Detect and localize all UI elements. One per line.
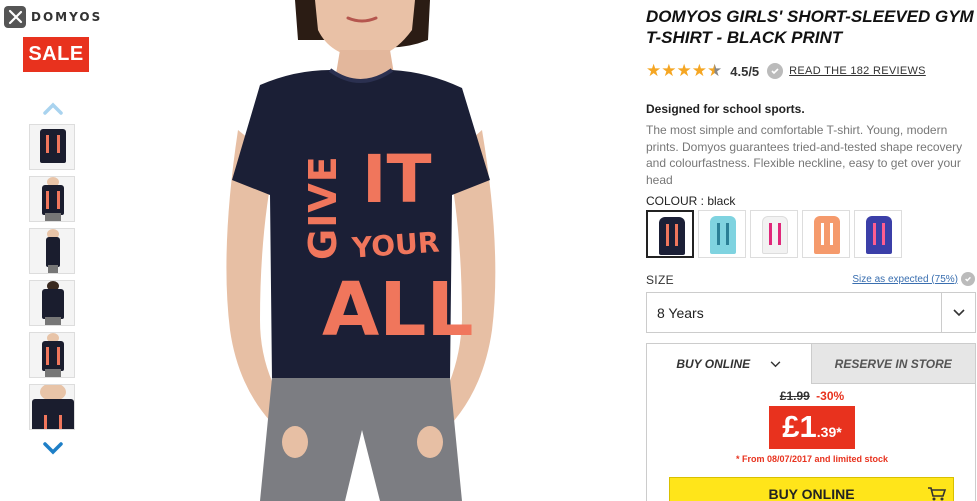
tab-reserve-in-store[interactable]: RESERVE IN STORE [810,344,975,384]
swatch-print [717,223,729,245]
thumbnail-model-side[interactable] [29,228,75,274]
swatch-print [821,223,833,245]
colour-label: COLOUR : black [646,194,735,208]
size-guide: Size as expected (75%) [852,272,975,286]
colour-swatch-black[interactable] [646,210,694,258]
thumbnail-front[interactable] [29,124,75,170]
buy-online-button[interactable]: BUY ONLINE [669,477,954,501]
thumbnails-down-arrow-icon[interactable] [42,440,64,456]
thumbnails-up-arrow-icon[interactable] [42,101,64,117]
star-icon: ★ [676,61,692,80]
star-icon: ★ [661,61,677,80]
thumbnail-model-front[interactable] [29,176,75,222]
colour-swatch-blue[interactable] [854,210,902,258]
buy-online-label: BUY ONLINE [768,486,855,501]
price-note: * From 08/07/2017 and limited stock [735,454,889,464]
tab-reserve-label: RESERVE IN STORE [834,356,952,371]
product-tagline: Designed for school sports. [646,102,805,116]
product-info-panel: DOMYOS GIRLS' SHORT-SLEEVED GYM T-SHIRT … [646,0,977,501]
print-text-all: ALL [322,267,474,353]
brand-logo[interactable]: DOMYOS [4,6,102,28]
thumbnail-list [29,124,75,436]
colour-label-text: COLOUR : [646,194,708,208]
tab-buy-online-label: BUY ONLINE [676,357,751,371]
purchase-box: BUY ONLINE RESERVE IN STORE £1.99 -30% £… [646,343,976,501]
thumbnail-model-pose[interactable] [29,332,75,378]
cart-icon [927,486,947,501]
thumbnail-detail[interactable] [29,384,75,430]
print-text-it: IT [362,141,432,218]
check-icon [767,63,784,79]
domyos-logo-icon [4,6,26,28]
main-product-image[interactable]: GIVE IT YOUR ALL [90,0,630,501]
colour-swatch-turquoise[interactable] [698,210,746,258]
old-price-row: £1.99 -30% [647,389,977,403]
colour-selected-value: black [707,194,736,208]
chevron-down-icon [770,360,781,367]
discount-percent: -30% [816,389,845,403]
rating-stars: ★ ★ ★ ★ ★ [646,62,722,80]
size-selected-value: 8 Years [657,304,704,321]
old-price: £1.99 [779,389,810,403]
thumbnail-model-back[interactable] [29,280,75,326]
colour-swatch-white[interactable] [750,210,798,258]
chevron-down-icon[interactable] [941,293,975,332]
colour-swatch-orange[interactable] [802,210,850,258]
print-text-give: GIVE [301,155,345,260]
swatch-print [873,223,885,245]
star-icon: ★ [646,61,662,80]
swatch-print [666,224,678,246]
swatch-print [769,223,781,245]
size-label: SIZE [646,273,674,287]
sale-badge: SALE [23,37,89,72]
price-cents: .39* [816,424,842,440]
size-guide-link[interactable]: Size as expected (75%) [852,274,958,285]
product-title: DOMYOS GIRLS' SHORT-SLEEVED GYM T-SHIRT … [646,7,974,47]
size-select[interactable]: 8 Years [646,292,976,333]
price-main: £1 [782,409,817,444]
colour-swatches [646,210,902,258]
rating-score: 4.5/5 [730,63,760,79]
half-star-icon: ★ [707,61,723,80]
check-icon [961,272,975,286]
print-text-your: YOUR [350,226,440,265]
current-price: £1 .39* [769,406,855,449]
star-icon: ★ [691,61,707,80]
rating-row: ★ ★ ★ ★ ★ 4.5/5 READ THE 182 REVIEWS [646,62,926,80]
read-reviews-link[interactable]: READ THE 182 REVIEWS [789,65,926,77]
tab-buy-online[interactable]: BUY ONLINE [647,344,811,384]
product-description: The most simple and comfortable T-shirt.… [646,123,963,187]
purchase-tabs: BUY ONLINE RESERVE IN STORE [647,344,975,384]
